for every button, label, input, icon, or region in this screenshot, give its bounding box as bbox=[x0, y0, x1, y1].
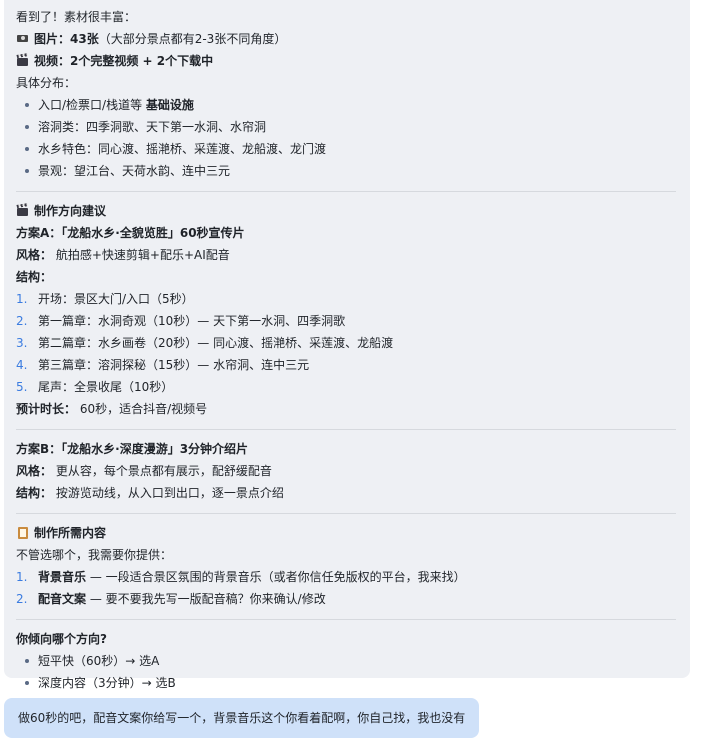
list-item-text: 入口/检票口/栈道等 bbox=[38, 98, 146, 112]
divider bbox=[16, 513, 676, 514]
list-item-text: 深度内容（3分钟）→ 选B bbox=[38, 676, 176, 690]
photos-label: 图片： bbox=[34, 32, 71, 46]
list-number: 5. bbox=[16, 380, 28, 394]
needs-intro: 不管选哪个，我需要你提供： bbox=[16, 548, 173, 562]
divider bbox=[16, 619, 676, 620]
user-message: 做60秒的吧，配音文案你给写一个，背景音乐这个你看着配啊，你自己找，我也没有 bbox=[4, 698, 480, 738]
list-item: 2. 第一篇章：水洞奇观（10秒）— 天下第一水洞、四季洞歌 bbox=[16, 310, 678, 332]
list-item-bold: 背景音乐 bbox=[38, 570, 87, 584]
list-number: 2. bbox=[16, 592, 28, 606]
style-value: 更从容，每个景点都有展示，配舒缓配音 bbox=[52, 464, 272, 478]
clapper-icon bbox=[16, 204, 30, 216]
list-item-text: 景观：望江台、天荷水韵、连中三元 bbox=[38, 164, 231, 178]
style-label: 风格： bbox=[16, 248, 53, 262]
list-item-text: 短平快（60秒）→ 选A bbox=[38, 654, 160, 668]
bullet-icon bbox=[25, 147, 29, 151]
list-item: 入口/检票口/栈道等 基础设施 bbox=[16, 94, 678, 116]
bullet-icon bbox=[25, 103, 29, 107]
structure-label: 结构： bbox=[16, 486, 53, 500]
plan-b-style: 风格： 更从容，每个景点都有展示，配舒缓配音 bbox=[16, 460, 678, 482]
list-item-text: 第三篇章：溶洞探秘（15秒）— 水帘洞、连中三元 bbox=[38, 358, 310, 372]
plan-a-steps: 1. 开场：景区大门/入口（5秒） 2. 第一篇章：水洞奇观（10秒）— 天下第一水… bbox=[16, 288, 678, 398]
plan-b-structure: 结构： 按游览动线，从入口到出口，逐一景点介绍 bbox=[16, 482, 678, 504]
bullet-icon bbox=[25, 659, 29, 663]
list-number: 2. bbox=[16, 314, 28, 328]
camera-icon bbox=[16, 32, 30, 44]
list-number: 1. bbox=[16, 570, 28, 584]
videos-text: 视频：2个完整视频 + 2个下载中 bbox=[34, 54, 214, 68]
bullet-icon bbox=[25, 169, 29, 173]
photos-line: 图片：43张（大部分景点都有2-3张不同角度） bbox=[16, 28, 678, 50]
distribution-title: 具体分布： bbox=[16, 76, 77, 90]
list-item-text: 水乡特色：同心渡、摇滟桥、采莲渡、龙船渡、龙门渡 bbox=[38, 142, 327, 156]
user-message-text: 做60秒的吧，配音文案你给写一个，背景音乐这个你看着配啊，你自己找，我也没有 bbox=[18, 711, 466, 725]
style-value: 航拍感+快速剪辑+配乐+AI配音 bbox=[52, 248, 230, 262]
section-heading-direction: 制作方向建议 bbox=[16, 200, 678, 222]
section-heading-content: 制作所需内容 bbox=[16, 522, 678, 544]
options-list: 短平快（60秒）→ 选A 深度内容（3分钟）→ 选B bbox=[16, 650, 678, 694]
list-item: 2. 配音文案 — 要不要我先写一版配音稿？你来确认/修改 bbox=[16, 588, 678, 610]
assistant-message: 看到了！素材很丰富： 图片：43张（大部分景点都有2-3张不同角度） 视频：2个… bbox=[4, 0, 690, 690]
list-number: 4. bbox=[16, 358, 28, 372]
list-item-bold: 配音文案 bbox=[38, 592, 87, 606]
list-item-text: 第二篇章：水乡画卷（20秒）— 同心渡、摇滟桥、采莲渡、龙船渡 bbox=[38, 336, 394, 350]
videos-line: 视频：2个完整视频 + 2个下载中 bbox=[16, 50, 678, 72]
plan-a-structure-label: 结构： bbox=[16, 270, 53, 284]
plan-a-duration: 预计时长： 60秒，适合抖音/视频号 bbox=[16, 398, 678, 420]
style-label: 风格： bbox=[16, 464, 53, 478]
photos-count: 43张 bbox=[70, 32, 99, 46]
list-item: 景观：望江台、天荷水韵、连中三元 bbox=[16, 160, 678, 182]
list-item-text: — 一段适合景区氛围的背景音乐（或者你信任免版权的平台，我来找） bbox=[86, 570, 466, 584]
clapper-icon bbox=[16, 54, 30, 66]
list-number: 1. bbox=[16, 292, 28, 306]
list-item: 溶洞类：四季洞歌、天下第一水洞、水帘洞 bbox=[16, 116, 678, 138]
bullet-icon bbox=[25, 681, 29, 685]
structure-value: 按游览动线，从入口到出口，逐一景点介绍 bbox=[52, 486, 284, 500]
section-title: 制作方向建议 bbox=[34, 204, 107, 218]
intro-text: 看到了！素材很丰富： bbox=[16, 10, 137, 24]
list-item-bold: 基础设施 bbox=[145, 98, 194, 112]
list-item-text: 开场：景区大门/入口（5秒） bbox=[38, 292, 194, 306]
needs-list: 1. 背景音乐 — 一段适合景区氛围的背景音乐（或者你信任免版权的平台，我来找） … bbox=[16, 566, 678, 610]
list-item: 短平快（60秒）→ 选A bbox=[16, 650, 678, 672]
section-title: 制作所需内容 bbox=[34, 526, 107, 540]
list-item: 3. 第二篇章：水乡画卷（20秒）— 同心渡、摇滟桥、采莲渡、龙船渡 bbox=[16, 332, 678, 354]
list-item-text: — 要不要我先写一版配音稿？你来确认/修改 bbox=[86, 592, 326, 606]
list-item-text: 第一篇章：水洞奇观（10秒）— 天下第一水洞、四季洞歌 bbox=[38, 314, 346, 328]
duration-value: 60秒，适合抖音/视频号 bbox=[76, 402, 208, 416]
bullet-icon bbox=[25, 125, 29, 129]
question-text: 你倾向哪个方向? bbox=[16, 632, 107, 646]
chat-window: 看到了！素材很丰富： 图片：43张（大部分景点都有2-3张不同角度） 视频：2个… bbox=[0, 0, 703, 749]
distribution-list: 入口/检票口/栈道等 基础设施 溶洞类：四季洞歌、天下第一水洞、水帘洞 水乡特色… bbox=[16, 94, 678, 182]
plan-a-title: 方案A：「龙船水乡·全貌览胜」60秒宣传片 bbox=[16, 226, 245, 240]
list-item: 5. 尾声：全景收尾（10秒） bbox=[16, 376, 678, 398]
list-item-text: 溶洞类：四季洞歌、天下第一水洞、水帘洞 bbox=[38, 120, 267, 134]
list-item-text: 尾声：全景收尾（10秒） bbox=[38, 380, 174, 394]
list-item: 水乡特色：同心渡、摇滟桥、采莲渡、龙船渡、龙门渡 bbox=[16, 138, 678, 160]
plan-b-title: 方案B：「龙船水乡·深度漫游」3分钟介绍片 bbox=[16, 442, 249, 456]
divider bbox=[16, 191, 676, 192]
list-item: 1. 开场：景区大门/入口（5秒） bbox=[16, 288, 678, 310]
list-item: 深度内容（3分钟）→ 选B bbox=[16, 672, 678, 694]
photos-note: （大部分景点都有2-3张不同角度） bbox=[98, 32, 287, 46]
divider bbox=[16, 429, 676, 430]
list-number: 3. bbox=[16, 336, 28, 350]
clipboard-icon bbox=[16, 526, 30, 539]
list-item: 4. 第三篇章：溶洞探秘（15秒）— 水帘洞、连中三元 bbox=[16, 354, 678, 376]
list-item: 1. 背景音乐 — 一段适合景区氛围的背景音乐（或者你信任免版权的平台，我来找） bbox=[16, 566, 678, 588]
plan-a-style: 风格： 航拍感+快速剪辑+配乐+AI配音 bbox=[16, 244, 678, 266]
duration-label: 预计时长： bbox=[16, 402, 77, 416]
